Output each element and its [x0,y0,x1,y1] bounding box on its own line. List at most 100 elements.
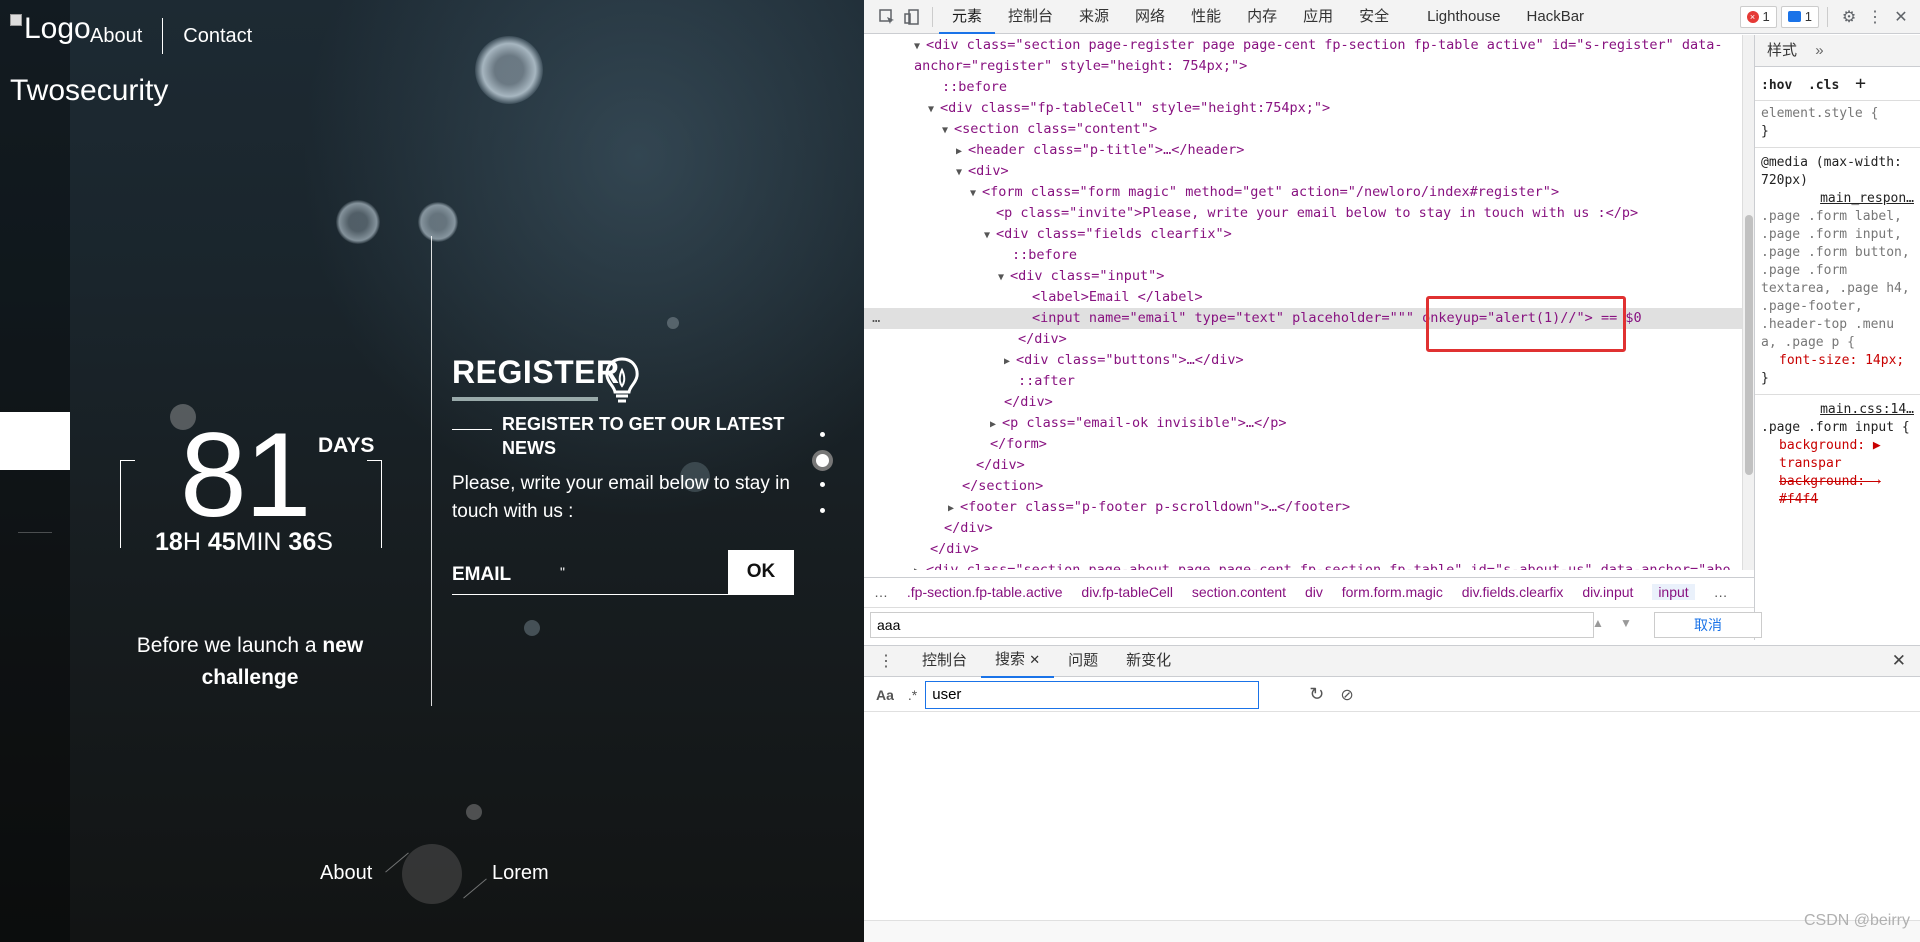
countdown-seconds: 36 [288,528,317,556]
tab-sources[interactable]: 来源 [1066,0,1122,34]
page-dot[interactable] [820,432,825,437]
hov-toggle[interactable]: :hov [1761,78,1792,93]
regex-toggle[interactable]: .* [908,687,917,703]
breadcrumb-item[interactable]: div.input [1582,584,1633,600]
expand-triangle-icon[interactable]: ▼ [956,162,968,183]
dom-pseudo[interactable]: ::before [1012,245,1077,266]
footer-about-link[interactable]: About [320,862,372,885]
match-case-toggle[interactable]: Aa [876,687,894,703]
dom-node[interactable]: ▼ <div class="section page-register page … [914,35,1723,56]
breadcrumb-item[interactable]: div.fp-tableCell [1081,584,1173,600]
register-title: REGISTER [452,354,620,390]
more-tabs-icon[interactable]: » [1815,42,1823,59]
tab-console[interactable]: 控制台 [995,0,1066,34]
tab-security[interactable]: 安全 [1346,0,1402,34]
drawer-menu-icon[interactable]: ⋮ [864,651,908,671]
find-prev-icon[interactable]: ▲ [1592,616,1604,630]
dom-node[interactable]: <p class="invite">Please, write your ema… [996,203,1638,224]
collapse-triangle-icon[interactable]: ▶ [956,141,968,162]
collapse-triangle-icon[interactable]: ▶ [948,498,960,519]
breadcrumb-item[interactable]: div [1305,584,1323,600]
page-dot[interactable] [820,508,825,513]
inspect-icon[interactable] [874,4,900,30]
close-tab-icon[interactable]: ✕ [1029,652,1040,667]
dom-node-text: <p class="email-ok invisible">…</p> [1002,415,1287,431]
dom-pseudo[interactable]: ::before [942,77,1007,98]
add-rule-icon[interactable]: + [1855,73,1866,94]
page-dot-active[interactable] [812,450,833,471]
rule-source-link[interactable]: main_respon… [1761,190,1914,208]
dom-node[interactable]: ▶ <footer class="p-footer p-scrolldown">…… [948,497,1350,518]
breadcrumb-item[interactable]: section.content [1192,584,1286,600]
footer-lorem-link[interactable]: Lorem [492,862,549,885]
rule-source-link[interactable]: main.css:14… [1761,401,1914,419]
tab-styles[interactable]: 样式 [1767,42,1797,59]
close-drawer-icon[interactable]: ✕ [1878,651,1920,671]
find-next-icon[interactable]: ▼ [1620,616,1632,630]
search-input[interactable] [925,680,1260,709]
tab-elements[interactable]: 元素 [939,0,996,34]
dom-find-input[interactable] [870,612,1594,638]
page-dot[interactable] [820,482,825,487]
dom-node[interactable]: ▶ <div class="buttons">…</div> [1004,350,1244,371]
expand-triangle-icon[interactable]: ▼ [984,225,996,246]
scrollbar-thumb[interactable] [1745,215,1753,475]
scroll-down-circle[interactable] [402,844,462,904]
dom-pseudo[interactable]: ::after [1018,371,1075,392]
drawer-tab-issues[interactable]: 问题 [1054,645,1112,677]
breadcrumb-item[interactable]: form.form.magic [1342,584,1443,600]
more-menu-icon[interactable]: ⋮ [1862,4,1888,30]
email-input[interactable] [560,556,726,588]
expand-triangle-icon[interactable]: ▼ [998,267,1010,288]
message-badge[interactable]: 1 [1780,5,1819,28]
dom-node[interactable]: ▶ <p class="email-ok invisible">…</p> [990,413,1286,434]
rule-property[interactable]: background: ▶ transpar [1761,437,1914,473]
rule-property-struck[interactable]: background: → #f4f4 [1761,473,1914,509]
tab-application[interactable]: 应用 [1290,0,1346,34]
close-icon[interactable]: ✕ [1888,4,1914,30]
breadcrumb-item[interactable]: .fp-section.fp-table.active [907,584,1063,600]
collapse-triangle-icon[interactable]: ▶ [990,414,1002,435]
collapse-triangle-icon[interactable]: ▶ [914,561,926,570]
clear-icon[interactable]: ⊘ [1340,685,1353,705]
dom-node[interactable]: ▶<div class="section page-about page pag… [914,560,1731,570]
expand-triangle-icon[interactable]: ▼ [970,183,982,204]
breadcrumb-item-selected[interactable]: input [1652,584,1695,600]
tab-network[interactable]: 网络 [1122,0,1178,34]
expand-triangle-icon[interactable]: ▼ [942,120,954,141]
dom-node[interactable]: ▶ <header class="p-title">…</header> [956,140,1244,161]
dom-node[interactable]: ▼ <section class="content"> [942,119,1157,140]
drawer-tab-console[interactable]: 控制台 [908,645,981,677]
dom-node[interactable]: ▼ <div class="fields clearfix"> [984,224,1232,245]
nav-contact-link[interactable]: Contact [183,25,252,48]
breadcrumb-item[interactable]: … [874,584,888,600]
drawer-tab-changes[interactable]: 新变化 [1112,645,1185,677]
dom-node[interactable]: <label>Email </label> [1032,287,1203,308]
dom-node[interactable]: ▼ <div> [956,161,1009,182]
dom-scrollbar[interactable] [1742,35,1754,570]
dom-node[interactable]: ▼ <div class="input"> [998,266,1164,287]
rule-property[interactable]: font-size: 14px; [1761,352,1914,370]
refresh-icon[interactable]: ↻ [1309,684,1324,705]
dom-node[interactable]: ▼ <div class="fp-tableCell" style="height… [928,98,1330,119]
expand-triangle-icon[interactable]: ▼ [928,99,940,120]
find-cancel-button[interactable]: 取消 [1654,612,1762,638]
drawer-tab-search[interactable]: 搜索 ✕ [981,644,1055,678]
side-white-tab[interactable] [0,412,70,470]
breadcrumb-item[interactable]: … [1714,584,1728,600]
gear-icon[interactable]: ⚙ [1836,4,1862,30]
collapse-triangle-icon[interactable]: ▶ [1004,351,1016,372]
dom-node[interactable]: ▼ <form class="form magic" method="get" a… [970,182,1559,203]
tab-memory[interactable]: 内存 [1234,0,1290,34]
ok-button[interactable]: OK [728,550,794,594]
expand-triangle-icon[interactable]: ▼ [914,36,926,57]
logo[interactable]: Logo [10,12,91,46]
tab-lighthouse[interactable]: Lighthouse [1414,0,1513,34]
tab-performance[interactable]: 性能 [1178,0,1234,34]
tab-hackbar[interactable]: HackBar [1514,0,1598,34]
cls-toggle[interactable]: .cls [1808,78,1839,93]
error-badge[interactable]: × 1 [1739,5,1777,28]
breadcrumb-item[interactable]: div.fields.clearfix [1462,584,1564,600]
nav-about-link[interactable]: About [90,25,142,48]
device-toolbar-icon[interactable] [900,4,926,30]
